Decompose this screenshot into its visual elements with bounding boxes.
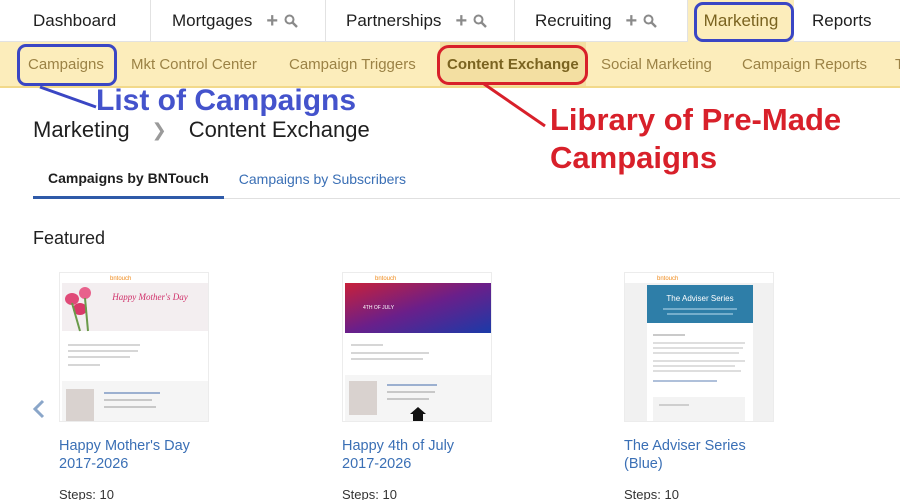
campaign-title[interactable]: Happy Mother's Day 2017-2026 <box>59 437 299 473</box>
subnav-campaign-reports[interactable]: Campaign Reports <box>742 42 867 86</box>
thumb-brand: bntouch <box>375 276 396 282</box>
tab-mortgages[interactable]: Mortgages + <box>151 0 326 42</box>
content-tabs: Campaigns by BNTouch Campaigns by Subscr… <box>33 160 900 199</box>
tab-campaigns-by-bntouch-label: Campaigns by BNTouch <box>48 170 209 186</box>
july-fourth-preview: bntouch 4TH OF JULY <box>345 276 491 421</box>
thumb-heading: The Adviser Series <box>666 294 733 303</box>
top-nav: Dashboard Mortgages + Partnerships + Rec… <box>0 0 900 42</box>
tab-campaigns-by-bntouch[interactable]: Campaigns by BNTouch <box>33 160 224 199</box>
add-icon[interactable]: + <box>626 11 638 31</box>
subnav-overflow-item[interactable]: T <box>895 42 900 86</box>
tab-reports[interactable]: Reports <box>794 0 900 42</box>
campaign-thumbnail[interactable]: bntouch Happy Mother's Day <box>59 272 209 422</box>
featured-heading: Featured <box>33 228 106 248</box>
breadcrumb-current: Content Exchange <box>188 117 370 142</box>
subnav-mkt-control-center-label: Mkt Control Center <box>131 55 257 73</box>
breadcrumb-root[interactable]: Marketing <box>33 117 130 143</box>
subnav-campaign-triggers[interactable]: Campaign Triggers <box>289 42 416 86</box>
tab-dashboard-label: Dashboard <box>33 11 117 30</box>
tab-marketing[interactable]: Marketing <box>688 0 794 42</box>
tab-marketing-label: Marketing <box>703 11 779 30</box>
campaign-title[interactable]: The Adviser Series (Blue) <box>624 437 864 473</box>
campaign-title-line1: Happy 4th of July <box>342 438 455 454</box>
campaign-steps: Steps: 10 <box>59 487 114 500</box>
thumb-heading: Happy Mother's Day <box>111 292 187 302</box>
thumb-heading: 4TH OF JULY <box>363 305 395 311</box>
thumb-brand: bntouch <box>110 276 131 282</box>
mothers-day-preview: bntouch Happy Mother's Day <box>62 276 208 421</box>
campaign-thumbnail[interactable]: bntouch The Adviser Series <box>624 272 774 422</box>
breadcrumb: Marketing ❯ Content Exchange <box>33 117 370 143</box>
campaign-thumbnail[interactable]: bntouch 4TH OF JULY <box>342 272 492 422</box>
subnav-campaign-reports-label: Campaign Reports <box>742 55 868 73</box>
tab-partnerships[interactable]: Partnerships + <box>326 0 515 42</box>
add-icon[interactable]: + <box>266 11 278 31</box>
content-exchange-arrow <box>483 82 546 128</box>
tab-campaigns-by-subscribers-label: Campaigns by Subscribers <box>238 171 407 187</box>
subnav-campaign-triggers-label: Campaign Triggers <box>289 55 416 73</box>
campaign-title[interactable]: Happy 4th of July 2017-2026 <box>342 437 582 473</box>
campaigns-annotation: List of Campaigns <box>96 84 357 117</box>
campaign-title-line1: Happy Mother's Day <box>59 438 190 454</box>
tab-reports-label: Reports <box>812 11 872 30</box>
subnav-content-exchange[interactable]: Content Exchange <box>440 42 586 86</box>
campaign-card: bntouch Happy Mother's Day Happy Mother'… <box>59 272 299 500</box>
subnav-mkt-control-center[interactable]: Mkt Control Center <box>131 42 257 86</box>
add-icon[interactable]: + <box>455 11 467 31</box>
campaign-title-line2: (Blue) <box>624 456 663 472</box>
tab-partnerships-label: Partnerships <box>346 11 442 30</box>
subnav-campaigns[interactable]: Campaigns <box>28 42 104 86</box>
tab-mortgages-label: Mortgages <box>172 11 253 30</box>
campaign-title-line2: 2017-2026 <box>59 456 129 472</box>
tab-recruiting-label: Recruiting <box>535 11 612 30</box>
campaigns-arrow <box>39 85 97 109</box>
tab-tools: + <box>626 11 658 31</box>
tab-campaigns-by-subscribers[interactable]: Campaigns by Subscribers <box>224 160 421 198</box>
tab-tools: + <box>266 11 298 31</box>
search-icon[interactable] <box>643 14 658 28</box>
adviser-series-preview: bntouch The Adviser Series <box>625 276 773 421</box>
campaign-card: bntouch 4TH OF JULY Happy 4th of July 20… <box>342 272 582 500</box>
search-icon[interactable] <box>284 14 298 28</box>
tab-tools: + <box>455 11 487 31</box>
tab-dashboard[interactable]: Dashboard <box>0 0 151 42</box>
tab-recruiting[interactable]: Recruiting + <box>515 0 688 42</box>
campaign-title-line2: 2017-2026 <box>342 456 412 472</box>
thumb-brand: bntouch <box>657 276 678 282</box>
campaign-card: bntouch The Adviser Series The Adviser S… <box>624 272 864 500</box>
exchange-annotation-line1: Library of Pre-Made <box>550 102 842 137</box>
campaign-steps: Steps: 10 <box>342 487 397 500</box>
subnav-content-exchange-label: Content Exchange <box>447 55 579 73</box>
campaign-title-line1: The Adviser Series <box>624 438 746 454</box>
carousel-prev-icon[interactable] <box>31 398 47 420</box>
subnav-social-marketing-label: Social Marketing <box>601 55 712 73</box>
subnav-campaigns-label: Campaigns <box>28 55 104 73</box>
breadcrumb-chevron-icon: ❯ <box>151 119 167 140</box>
campaign-steps: Steps: 10 <box>624 487 679 500</box>
subnav-social-marketing[interactable]: Social Marketing <box>601 42 712 86</box>
marketing-sub-nav: Campaigns Mkt Control Center Campaign Tr… <box>0 42 900 88</box>
search-icon[interactable] <box>473 14 487 28</box>
